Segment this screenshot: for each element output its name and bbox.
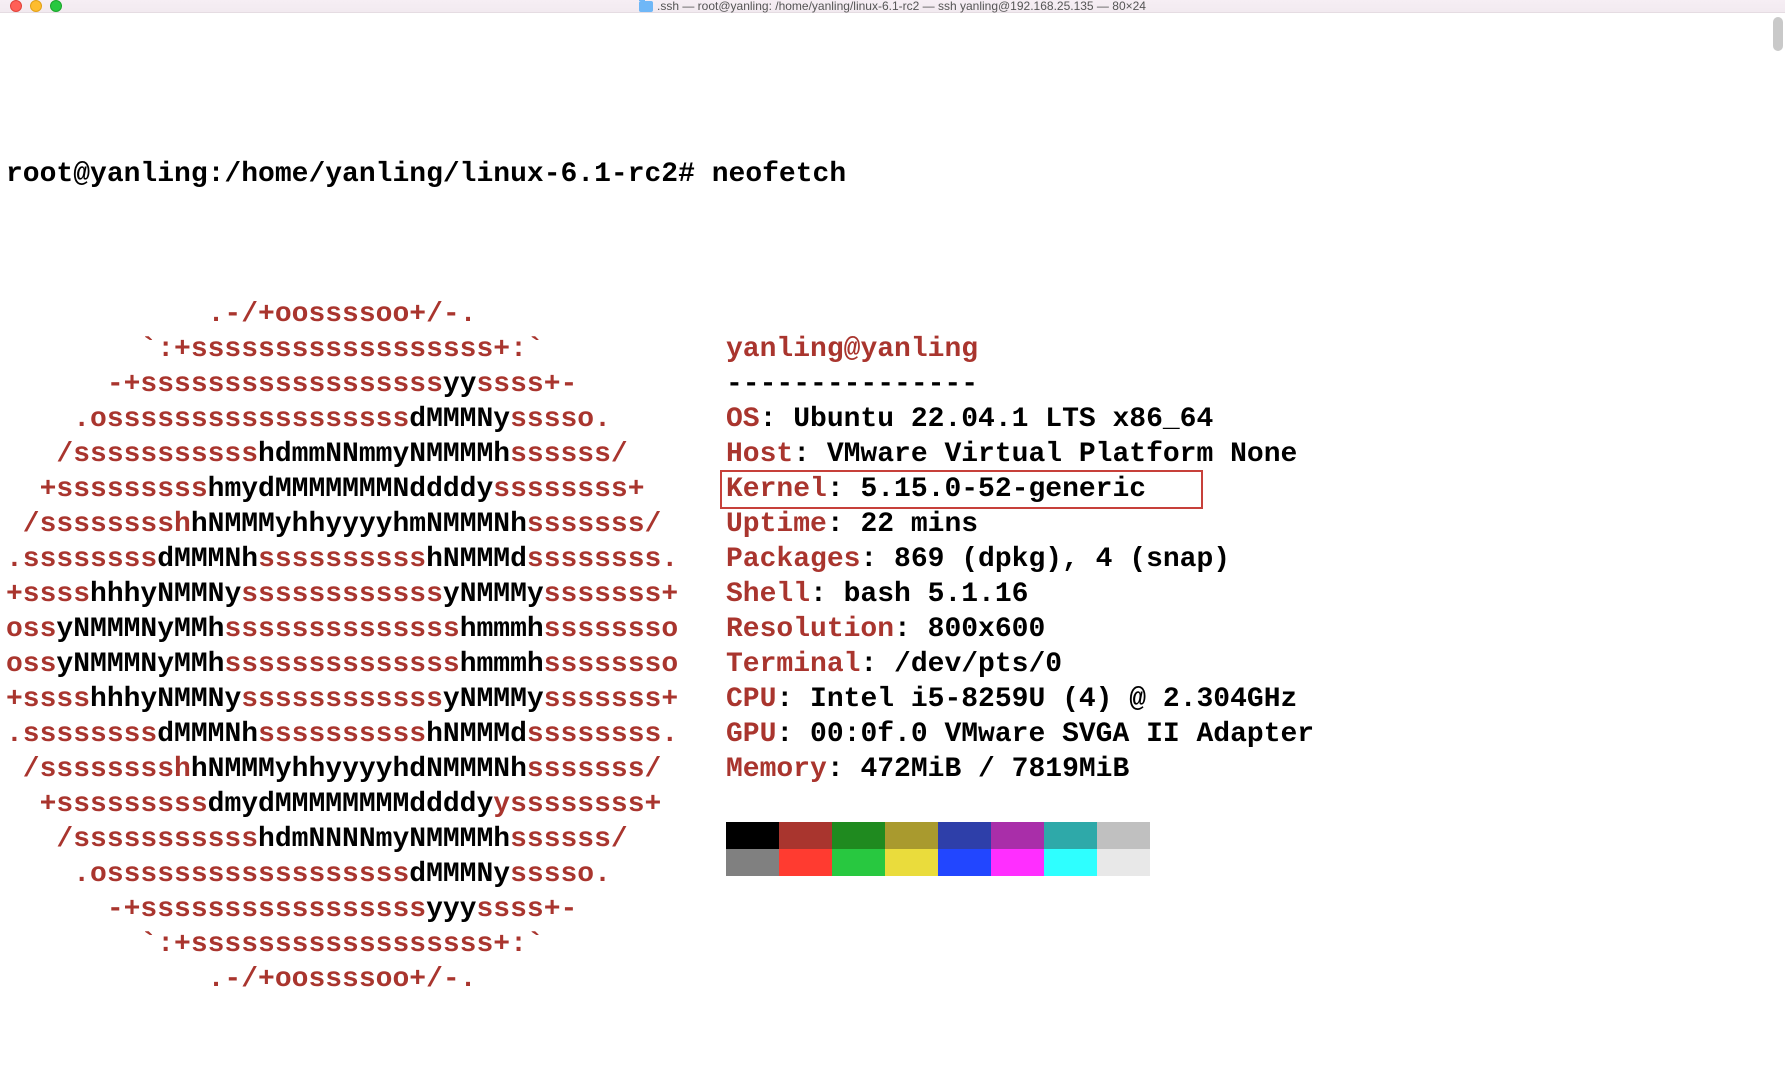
label-memory: Memory (726, 754, 827, 785)
prompt-text: root@yanling:/home/yanling/linux-6.1-rc2… (6, 159, 712, 190)
value-memory: 472MiB / 7819MiB (860, 754, 1129, 785)
value-os: Ubuntu 22.04.1 LTS x86_64 (793, 404, 1213, 435)
ascii-logo: .-/+oossssoo+/-. `:+ssssssssssssssssss+:… (6, 297, 726, 997)
scroll-thumb[interactable] (1773, 17, 1783, 51)
scrollbar[interactable] (1771, 17, 1785, 1085)
nf-host: yanling (860, 334, 978, 365)
terminal-window: .ssh — root@yanling: /home/yanling/linux… (0, 0, 1785, 1085)
color-swatch (938, 849, 991, 876)
nf-user: yanling (726, 334, 844, 365)
color-swatch (832, 849, 885, 876)
value-terminal: /dev/pts/0 (894, 649, 1062, 680)
label-shell: Shell (726, 579, 810, 610)
color-swatches-row1 (726, 822, 1314, 849)
color-swatch (726, 849, 779, 876)
maximize-icon[interactable] (50, 0, 62, 12)
color-swatches-row2 (726, 849, 1314, 876)
prompt-line-1: root@yanling:/home/yanling/linux-6.1-rc2… (6, 157, 1779, 192)
value-packages: 869 (dpkg), 4 (snap) (894, 544, 1230, 575)
label-uptime: Uptime (726, 509, 827, 540)
color-swatch (726, 822, 779, 849)
color-swatch (779, 822, 832, 849)
minimize-icon[interactable] (30, 0, 42, 12)
system-info: yanling@yanling --------------- OS: Ubun… (726, 297, 1314, 997)
label-resolution: Resolution (726, 614, 894, 645)
color-swatch (1097, 822, 1150, 849)
value-host: VMware Virtual Platform None (827, 439, 1297, 470)
label-gpu: GPU (726, 719, 776, 750)
label-os: OS (726, 404, 760, 435)
command-text: neofetch (712, 159, 846, 190)
color-swatch (779, 849, 832, 876)
nf-separator: --------------- (726, 369, 978, 400)
label-packages: Packages (726, 544, 860, 575)
neofetch-output: .-/+oossssoo+/-. `:+ssssssssssssssssss+:… (6, 297, 1779, 997)
color-swatch (1044, 849, 1097, 876)
color-swatch (885, 849, 938, 876)
value-resolution: 800x600 (928, 614, 1046, 645)
color-swatch (1044, 822, 1097, 849)
folder-icon (639, 1, 653, 12)
color-swatch (885, 822, 938, 849)
value-kernel: 5.15.0-52-generic (860, 474, 1146, 505)
window-title: .ssh — root@yanling: /home/yanling/linux… (0, 0, 1785, 13)
color-swatch (991, 822, 1044, 849)
close-icon[interactable] (10, 0, 22, 12)
label-host: Host (726, 439, 793, 470)
at-sign: @ (844, 334, 861, 365)
terminal-body[interactable]: root@yanling:/home/yanling/linux-6.1-rc2… (0, 13, 1785, 1085)
label-kernel: Kernel (726, 474, 827, 505)
value-cpu: Intel i5-8259U (4) @ 2.304GHz (810, 684, 1297, 715)
color-swatch (1097, 849, 1150, 876)
color-swatch (938, 822, 991, 849)
label-terminal: Terminal (726, 649, 860, 680)
value-uptime: 22 mins (860, 509, 978, 540)
titlebar: .ssh — root@yanling: /home/yanling/linux… (0, 0, 1785, 13)
window-title-text: .ssh — root@yanling: /home/yanling/linux… (657, 0, 1146, 13)
label-cpu: CPU (726, 684, 776, 715)
value-shell: bash 5.1.16 (844, 579, 1029, 610)
kernel-highlight: Kernel: 5.15.0-52-generic (720, 470, 1203, 509)
value-gpu: 00:0f.0 VMware SVGA II Adapter (810, 719, 1314, 750)
color-swatch (991, 849, 1044, 876)
window-controls (0, 0, 62, 12)
color-swatch (832, 822, 885, 849)
